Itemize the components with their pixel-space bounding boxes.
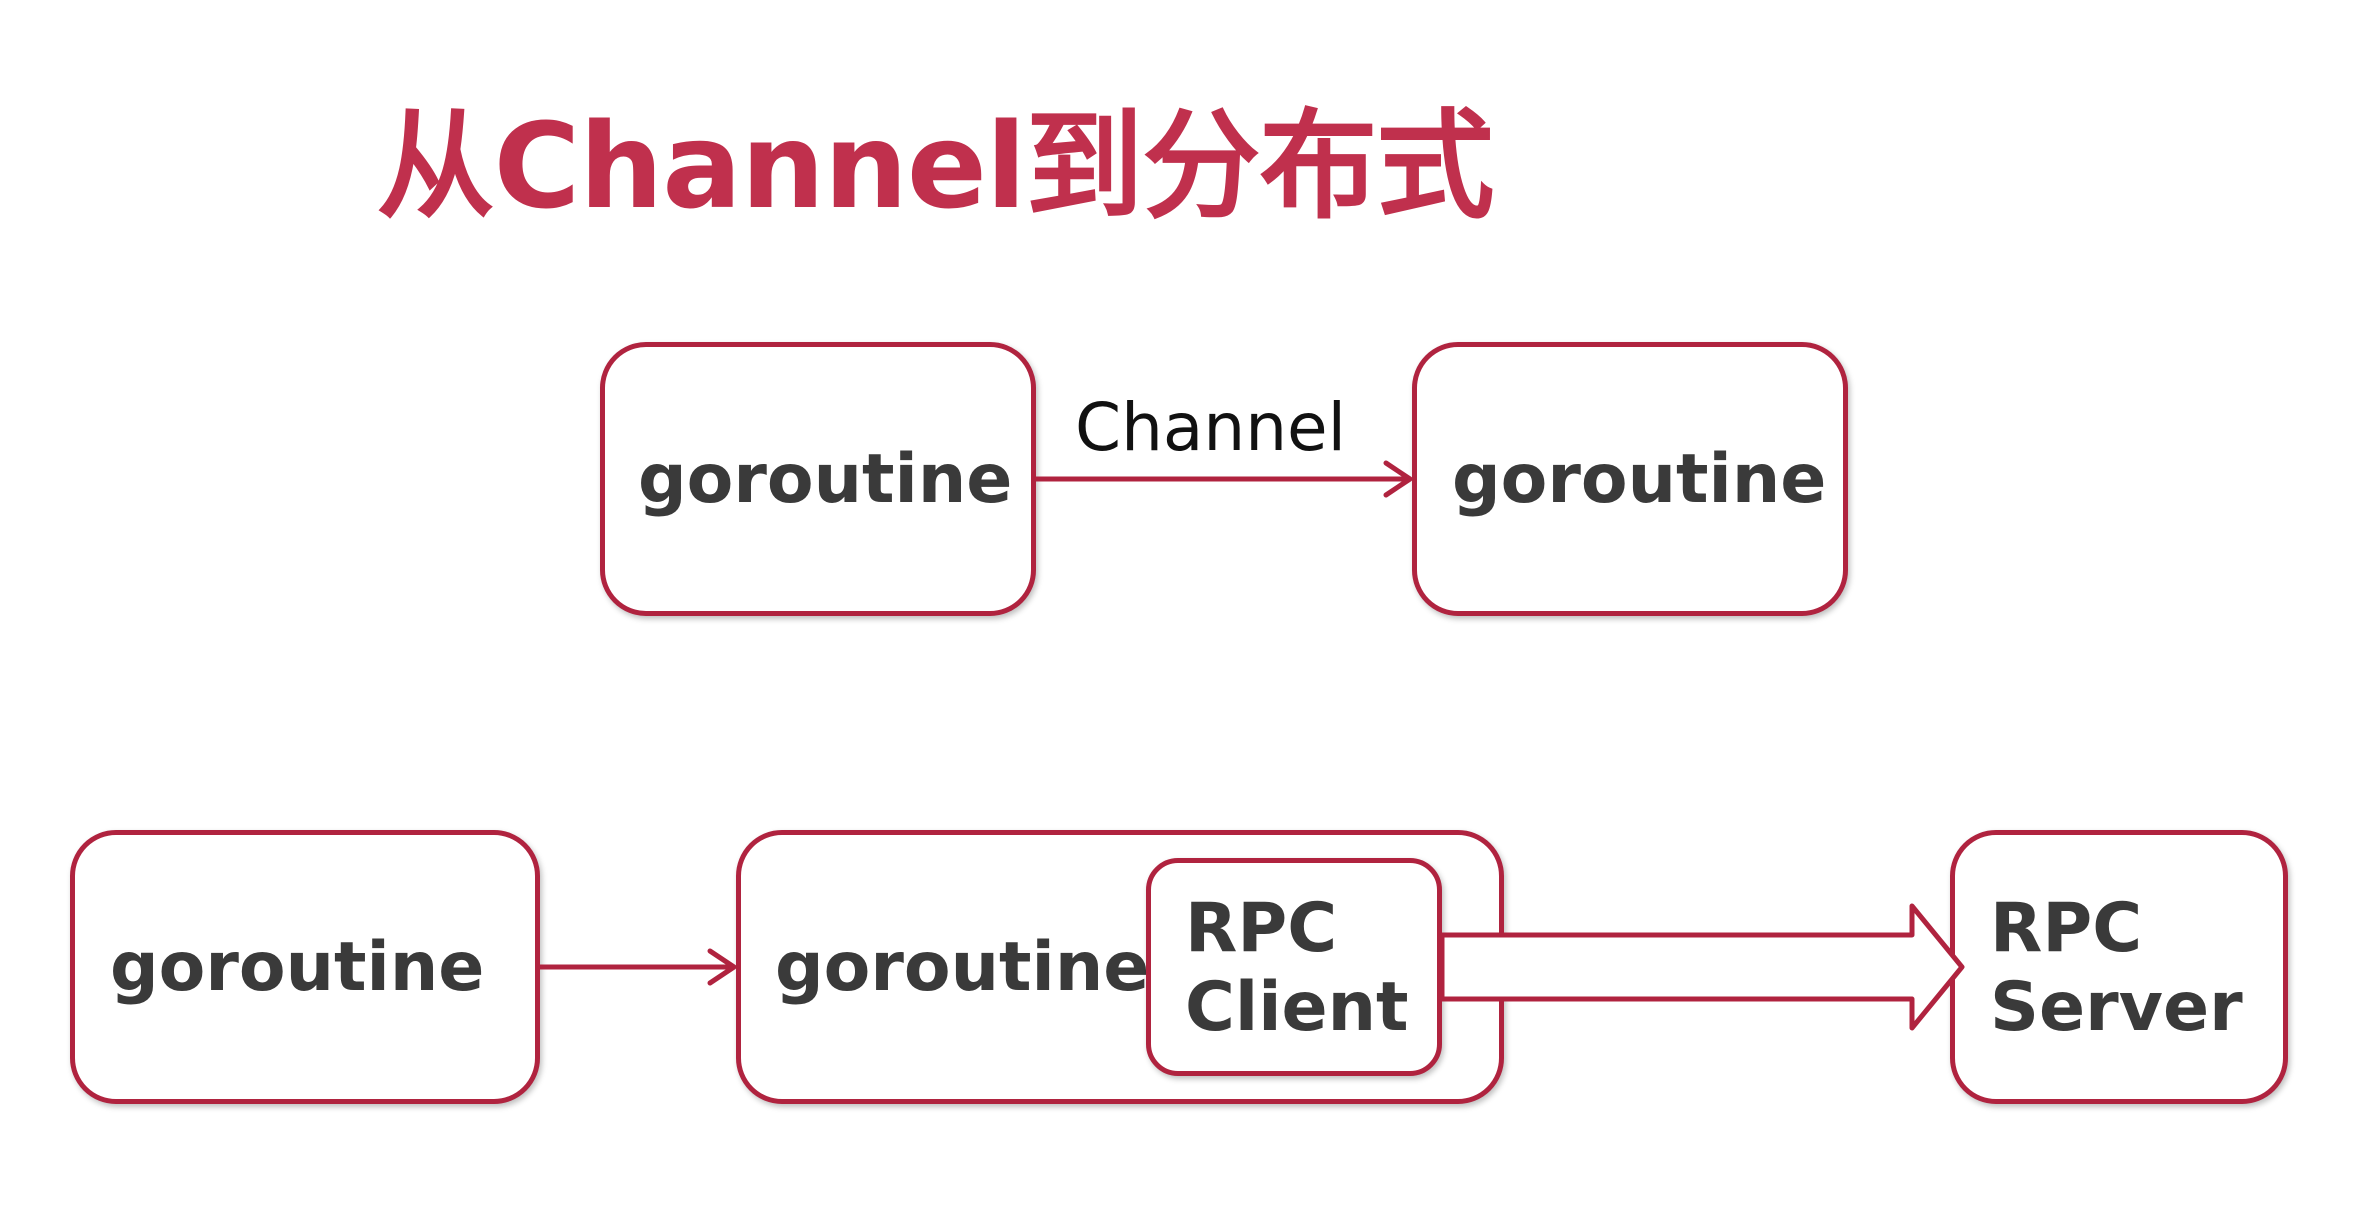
arrows-layer <box>537 460 1965 1031</box>
rpc-block-arrow <box>1439 903 1965 1031</box>
channel-arrow <box>1033 460 1413 498</box>
goroutine-to-goroutine-arrow <box>537 948 737 986</box>
